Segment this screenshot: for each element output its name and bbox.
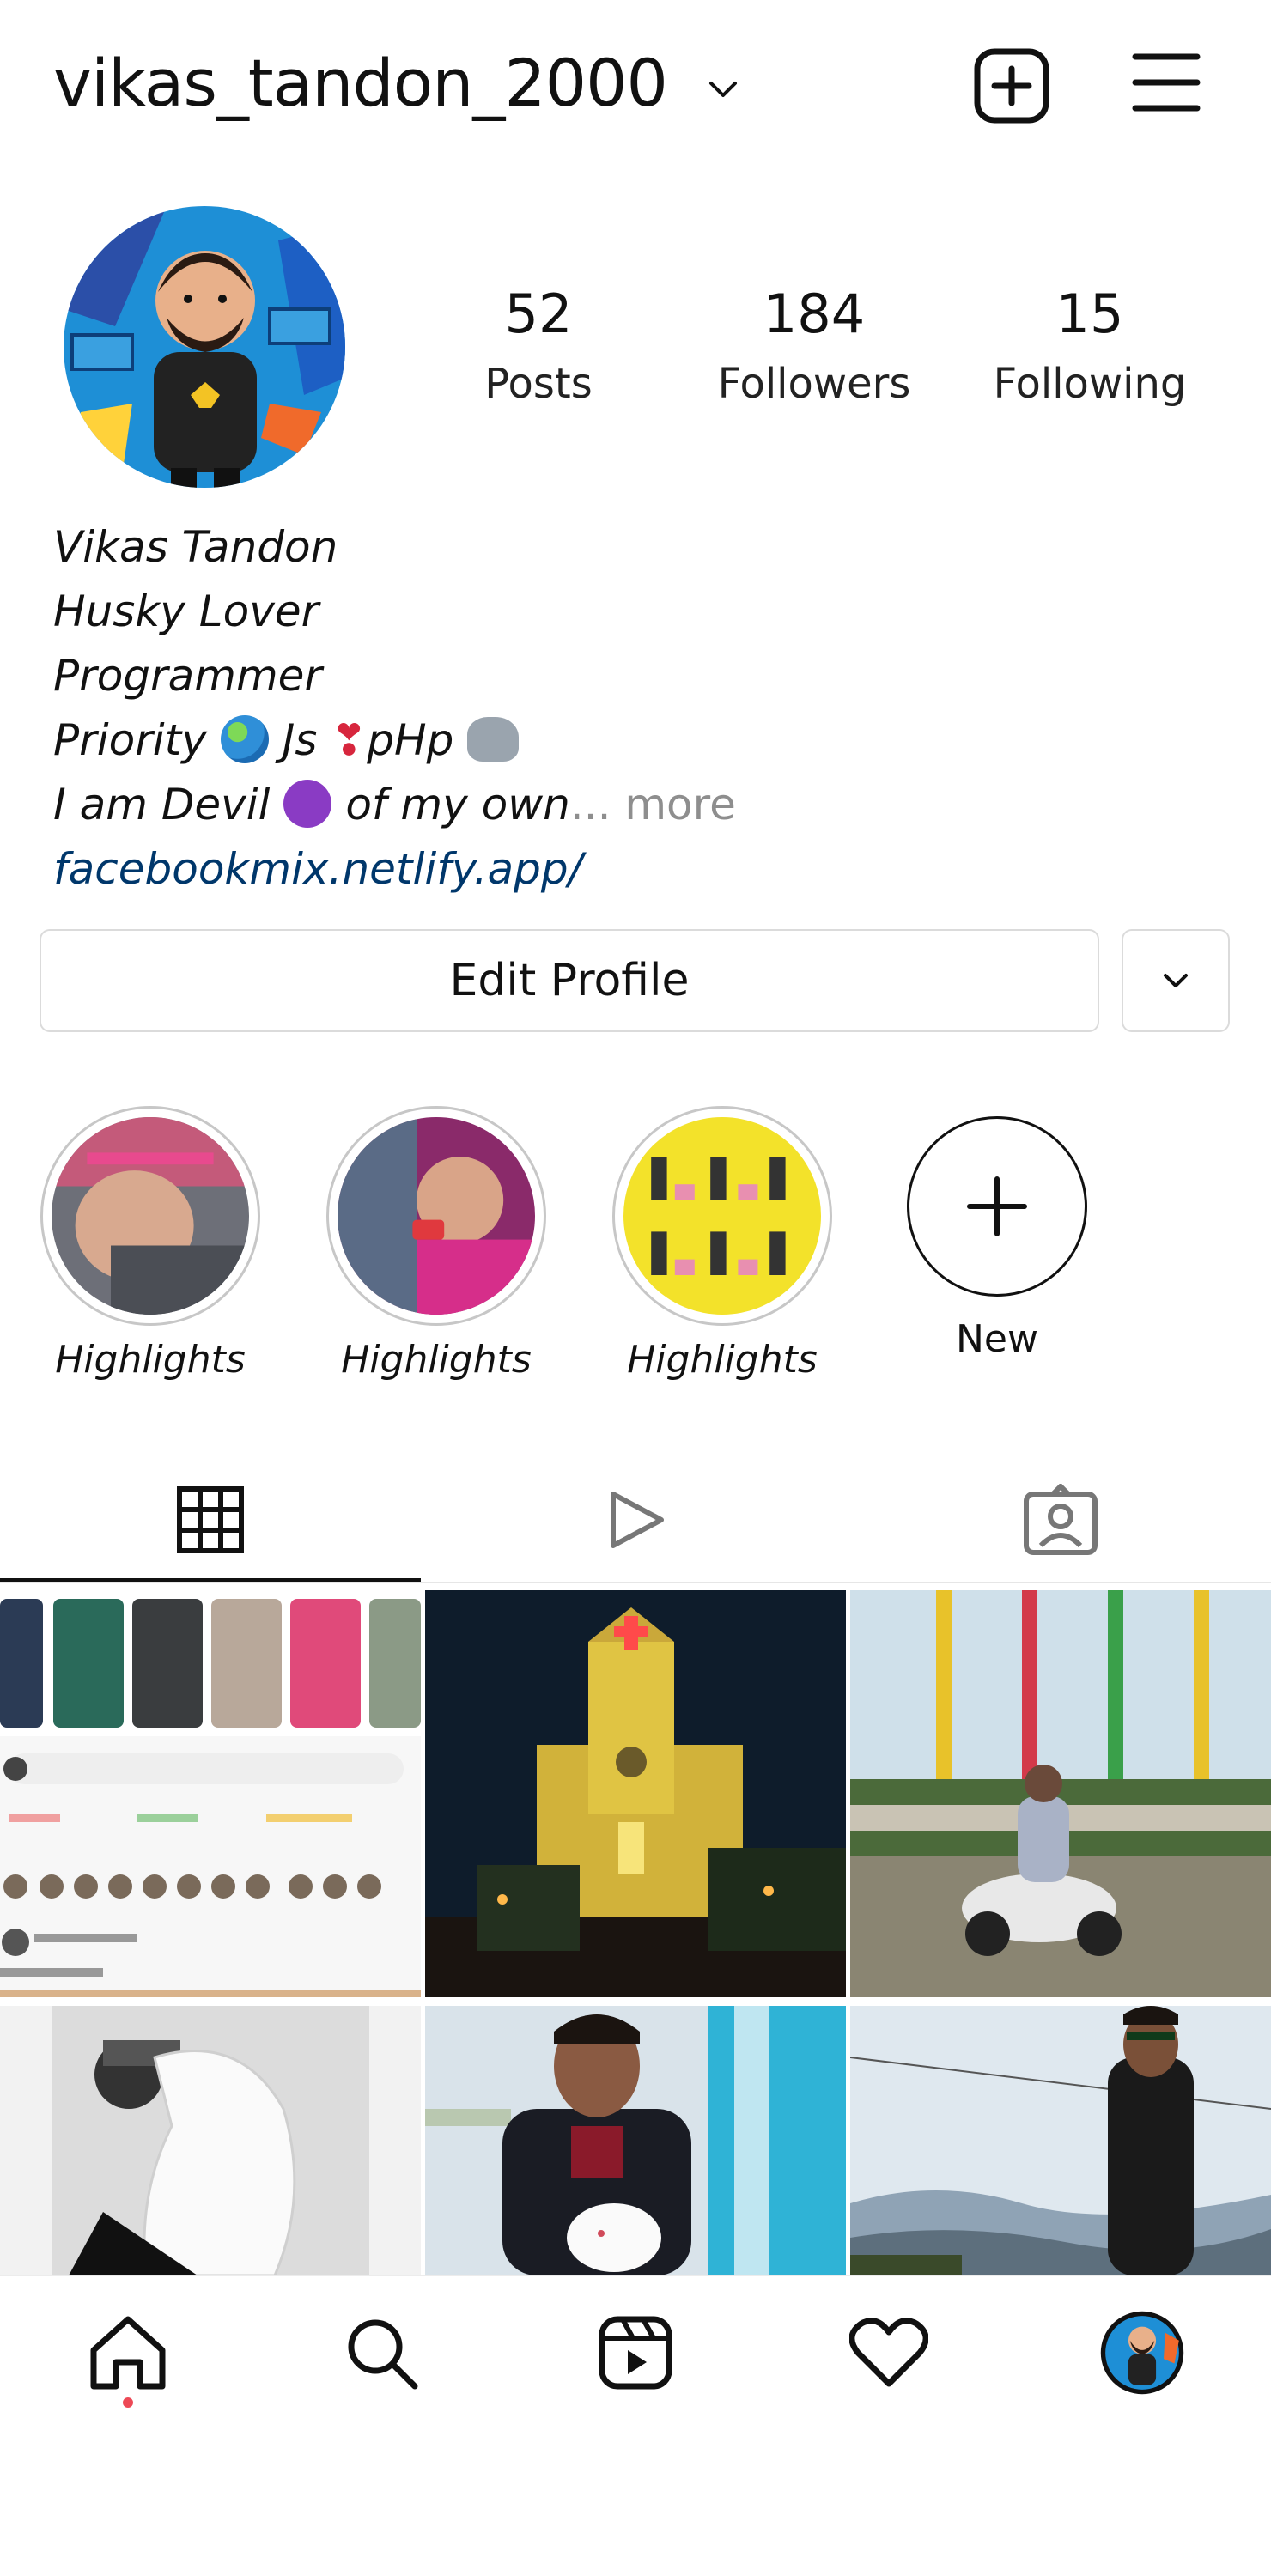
new-highlight-label: New bbox=[956, 1317, 1038, 1361]
profile-avatar bbox=[1100, 2311, 1184, 2395]
bio-name: Vikas Tandon bbox=[53, 522, 338, 572]
post-thumbnail[interactable] bbox=[425, 1590, 846, 1997]
highlight-label: Highlights bbox=[341, 1338, 532, 1382]
tab-reels[interactable] bbox=[425, 1460, 846, 1580]
bio-line: Priority Js ❣pHp bbox=[53, 708, 1170, 773]
post-thumbnail[interactable] bbox=[0, 1590, 421, 1997]
home-notification-dot bbox=[123, 2397, 133, 2408]
bio-line: Husky Lover bbox=[53, 586, 319, 636]
edit-profile-button[interactable]: Edit Profile bbox=[40, 929, 1099, 1032]
heart-emoji-icon: ❣ bbox=[331, 715, 368, 765]
bio-text: pHp bbox=[367, 715, 454, 765]
posts-label: Posts bbox=[484, 360, 593, 408]
posts-count: 52 bbox=[504, 283, 573, 345]
following-count: 15 bbox=[1055, 283, 1124, 345]
tab-grid[interactable] bbox=[0, 1460, 421, 1580]
bio-more-link[interactable]: ... more bbox=[570, 780, 736, 829]
nav-home[interactable] bbox=[85, 2310, 171, 2396]
chevron-down-icon[interactable] bbox=[704, 70, 742, 108]
devil-emoji-icon bbox=[283, 780, 332, 828]
bio-text: of my own bbox=[345, 780, 570, 829]
nav-profile[interactable] bbox=[1099, 2310, 1185, 2396]
home-icon bbox=[90, 2316, 166, 2390]
stat-posts[interactable]: 52 Posts bbox=[427, 283, 650, 409]
highlight-item[interactable]: Highlights bbox=[611, 1106, 834, 1382]
tab-tagged[interactable] bbox=[850, 1460, 1271, 1580]
highlight-label: Highlights bbox=[627, 1338, 818, 1382]
highlight-item[interactable]: Highlights bbox=[325, 1106, 548, 1382]
stat-followers[interactable]: 184 Followers bbox=[702, 283, 926, 409]
nav-search[interactable] bbox=[338, 2310, 424, 2396]
nav-reels[interactable] bbox=[593, 2310, 678, 2396]
nav-activity[interactable] bbox=[846, 2310, 932, 2396]
highlight-cover bbox=[52, 1117, 249, 1315]
tagged-icon bbox=[1024, 1484, 1098, 1555]
bio-line: Programmer bbox=[53, 651, 322, 701]
username-title[interactable]: vikas_tandon_2000 bbox=[53, 45, 668, 121]
heart-icon bbox=[849, 2318, 928, 2387]
post-thumbnail[interactable] bbox=[425, 2006, 846, 2275]
bio-text: Priority bbox=[53, 715, 207, 765]
chevron-down-icon bbox=[1164, 974, 1188, 987]
new-post-icon[interactable] bbox=[972, 46, 1051, 125]
globe-emoji-icon bbox=[220, 715, 269, 763]
bio-text: I am Devil bbox=[53, 780, 271, 829]
search-icon bbox=[348, 2319, 418, 2390]
reels-icon bbox=[599, 2316, 672, 2390]
followers-count: 184 bbox=[763, 283, 866, 345]
followers-label: Followers bbox=[717, 360, 911, 408]
bio-line: I am Devil of my own... more bbox=[53, 773, 1170, 837]
reels-icon bbox=[611, 1492, 664, 1548]
post-thumbnail[interactable] bbox=[850, 1590, 1271, 1997]
highlight-label: Highlights bbox=[55, 1338, 246, 1382]
post-thumbnail[interactable] bbox=[850, 2006, 1271, 2275]
plus-icon bbox=[967, 1176, 1027, 1236]
new-highlight-button[interactable]: New bbox=[885, 1116, 1109, 1361]
following-label: Following bbox=[993, 360, 1187, 408]
highlight-cover bbox=[623, 1117, 821, 1315]
post-thumbnail[interactable] bbox=[0, 2006, 421, 2275]
stat-following[interactable]: 15 Following bbox=[978, 283, 1201, 409]
menu-icon[interactable] bbox=[1132, 50, 1201, 115]
bio-text: Js bbox=[282, 715, 318, 765]
profile-avatar[interactable] bbox=[64, 206, 345, 488]
highlight-cover bbox=[338, 1117, 535, 1315]
elephant-emoji-icon bbox=[467, 717, 520, 762]
suggestions-dropdown-button[interactable] bbox=[1122, 929, 1230, 1032]
grid-icon bbox=[177, 1486, 244, 1553]
bio-website-link[interactable]: facebookmix.netlify.app/ bbox=[53, 844, 582, 894]
highlight-item[interactable]: Highlights bbox=[39, 1106, 262, 1382]
tab-divider bbox=[0, 1582, 1271, 1583]
bio: Vikas Tandon Husky Lover Programmer Prio… bbox=[53, 515, 1170, 902]
